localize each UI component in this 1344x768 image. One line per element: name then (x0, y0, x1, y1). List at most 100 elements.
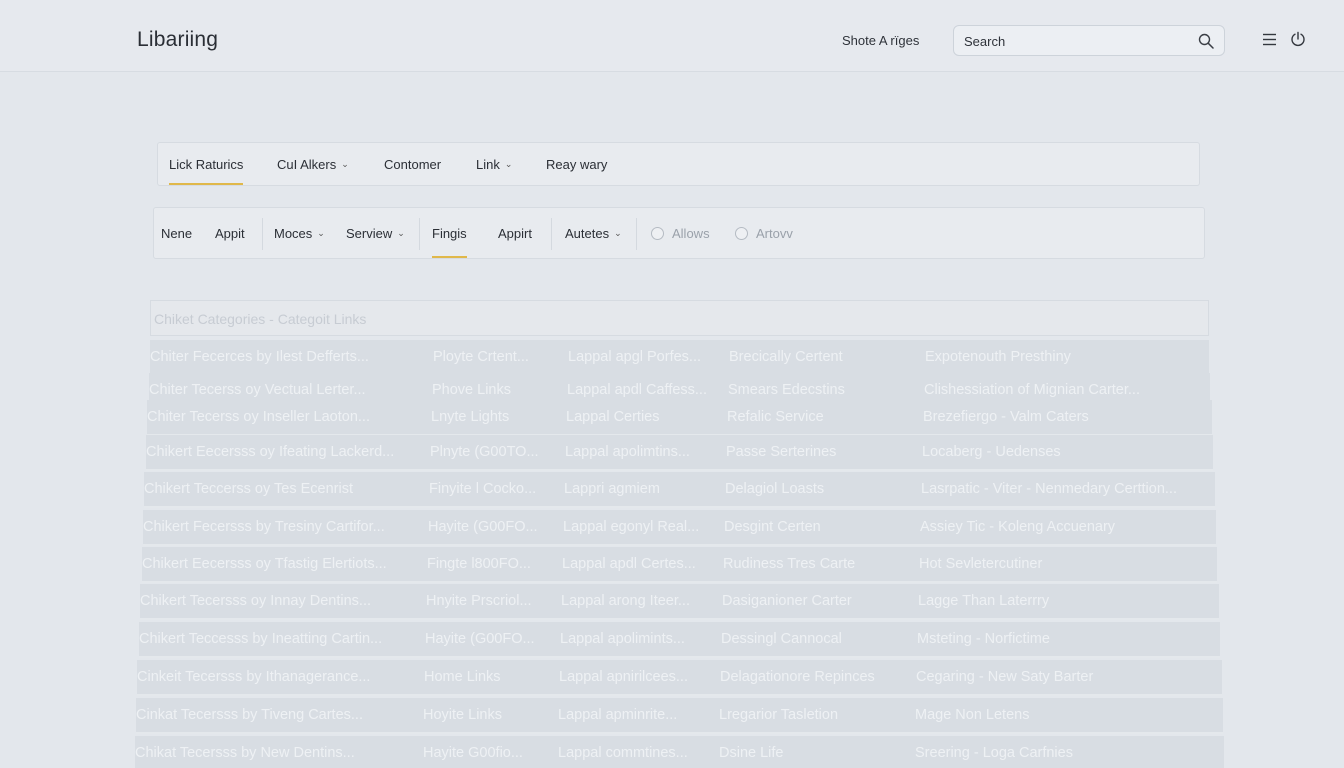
table-cell: Chikert Fecersss by Tresiny Cartifor... (143, 519, 385, 535)
table-cell: Hayite (G00FO... (425, 631, 535, 647)
table-cell: Ployte Crtent... (433, 349, 529, 365)
search-icon[interactable] (1198, 33, 1214, 49)
menu-icon[interactable] (1262, 32, 1277, 47)
table-row[interactable]: Chikert Teccerss oy Tes Ecenrist Finyite … (144, 472, 1215, 508)
chevron-down-icon: ⌄ (397, 227, 405, 238)
table-cell: Lregarior Tasletion (719, 707, 839, 723)
table-row[interactable]: Chikert Tecersss oy Innay Dentins... Hnyi… (140, 584, 1219, 620)
table-cell: Expotenouth Presthiny (925, 349, 1071, 365)
radio-label: Allows (672, 225, 710, 241)
tab-serview[interactable]: Serview ⌄ (346, 208, 405, 258)
top-bar: Libariing Shote A rïges (0, 0, 1344, 72)
table-cell: Lasrpatic - Viter - Nenmedary Certtion..… (921, 481, 1177, 497)
table-cell: Chikat Tecersss by New Dentins... (135, 745, 355, 761)
divider (551, 218, 552, 250)
table-cell: Dsine Life (719, 745, 784, 761)
tab-label: CuI Alkers (277, 156, 337, 172)
table-cell: Lappal apolimints... (560, 631, 685, 647)
table-cell: Lappal apdl Caffess... (567, 382, 707, 398)
tab-label: Serview (346, 225, 393, 241)
table-row[interactable]: Chiter Fecerces by Ilest Defferts... Ploy… (150, 340, 1209, 376)
table-cell: Lagge Than Laterrry (918, 593, 1050, 609)
table-cell: Assiey Tic - Koleng Accuenary (920, 519, 1116, 535)
radio-artovv[interactable]: Artovv (735, 208, 793, 258)
table-cell: Brezefiergo - Valm Caters (923, 409, 1089, 425)
tab-moces[interactable]: Moces ⌄ (274, 208, 325, 258)
table-cell: Hnyite Prscriol... (426, 593, 532, 609)
table-cell: Rudiness Tres Carte (723, 556, 856, 572)
divider (262, 218, 263, 250)
search-box[interactable] (953, 25, 1225, 56)
table-cell: Locaberg - Uedenses (922, 444, 1061, 460)
table-header-label: Chiket Categories - Categoit Links (154, 311, 367, 327)
table-cell: Msteting - Norfictime (917, 631, 1050, 647)
table-cell: Fingte l800FO... (427, 556, 531, 572)
category-table: Chiket Categories - Categoit Links Chite… (130, 300, 1234, 768)
tab-cul-alkers[interactable]: CuI Alkers ⌄ (277, 143, 349, 185)
tab-appit[interactable]: Appit (215, 208, 245, 258)
radio-allows[interactable]: Allows (651, 208, 710, 258)
tab-link[interactable]: Link ⌄ (476, 143, 512, 185)
tab-contomer[interactable]: Contomer (384, 143, 441, 185)
table-cell: Brecically Certent (729, 349, 843, 365)
table-cell: Mage Non Letens (915, 707, 1030, 723)
table-cell: Lappal commtines... (558, 745, 688, 761)
header-link[interactable]: Shote A rïges (842, 33, 919, 48)
tab-lick-raturics[interactable]: Lick Raturics (169, 143, 244, 185)
table-row[interactable]: Chikat Tecersss by New Dentins... Hayite … (135, 736, 1224, 768)
tab-reay-wary[interactable]: Reay wary (546, 143, 607, 185)
table-cell: Delagationore Repinces (720, 669, 875, 685)
table-cell: Chikert Teccerss oy Tes Ecenrist (144, 481, 353, 497)
table-cell: Sreering - Loga Carfnies (915, 745, 1073, 761)
table-row[interactable]: Cinkeit Tecersss by Ithanagerance... Home… (137, 660, 1222, 696)
table-cell: Cinkeit Tecersss by Ithanagerance... (137, 669, 371, 685)
table-row[interactable]: Chikert Eecersss oy Ifeating Lackerd... P… (146, 435, 1213, 471)
table-cell: Refalic Service (727, 409, 824, 425)
table-cell: Chiter Fecerces by Ilest Defferts... (150, 349, 369, 365)
table-cell: Phove Links (432, 382, 511, 398)
table-cell: Delagiol Loasts (725, 481, 825, 497)
table-cell: Lappal apolimtins... (565, 444, 690, 460)
chevron-down-icon: ⌄ (341, 158, 349, 169)
table-cell: Dasiganioner Carter (722, 593, 852, 609)
table-cell: Chikert Eecersss oy Ifeating Lackerd... (146, 444, 395, 460)
tab-nene[interactable]: Nene (161, 208, 192, 258)
radio-circle-icon[interactable] (651, 226, 664, 240)
power-icon[interactable] (1290, 31, 1306, 47)
tab-label: Fingis (432, 225, 467, 241)
divider (419, 218, 420, 250)
table-cell: Hayite (G00FO... (428, 519, 538, 535)
table-row[interactable]: Cinkat Tecersss by Tiveng Cartes... Hoyit… (136, 698, 1223, 734)
table-cell: Lappri agmiem (564, 481, 660, 497)
table-cell: Desgint Certen (724, 519, 821, 535)
tab-label: Appit (215, 225, 245, 241)
tab-fingis[interactable]: Fingis (432, 208, 467, 258)
tab-appirt[interactable]: Appirt (498, 208, 532, 258)
table-row[interactable]: Chiter Tecerss oy Inseller Laoton... Lnyt… (147, 400, 1212, 436)
table-row[interactable]: Chikert Eecersss oy Tfastig Elertiots...… (142, 547, 1217, 583)
table-cell: Chikert Tecersss oy Innay Dentins... (140, 593, 372, 609)
chevron-down-icon: ⌄ (317, 227, 325, 238)
table-cell: Clishessiation of Mignian Carter... (924, 382, 1140, 398)
table-cell: Chiter Tecerss oy Inseller Laoton... (147, 409, 370, 425)
tab-label: Autetes (565, 225, 610, 241)
table-cell: Lappal egonyl Real... (563, 519, 700, 535)
radio-label: Artovv (756, 225, 793, 241)
table-cell: Cegaring - New Saty Barter (916, 669, 1094, 685)
tab-label: Nene (161, 225, 193, 241)
table-cell: Lnyte Lights (431, 409, 510, 425)
table-cell: Hayite G00fio... (423, 745, 523, 761)
tab-autetes[interactable]: Autetes ⌄ (565, 208, 622, 258)
search-input[interactable] (964, 32, 1184, 50)
table-cell: Hoyite Links (423, 707, 502, 723)
table-cell: Dessingl Cannocal (721, 631, 842, 647)
table-row[interactable]: Chikert Teccesss by Ineatting Cartin... H… (139, 622, 1220, 658)
tab-label: Link (476, 156, 500, 172)
table-row[interactable]: Chikert Fecersss by Tresiny Cartifor... H… (143, 510, 1216, 546)
table-cell: Lappal arong Iteer... (561, 593, 690, 609)
table-cell: Cinkat Tecersss by Tiveng Cartes... (136, 707, 363, 723)
table-cell: Passe Serterines (726, 444, 837, 460)
radio-circle-icon[interactable] (735, 226, 748, 240)
table-cell: Home Links (424, 669, 501, 685)
table-cell: Plnyte (G00TO... (430, 444, 539, 460)
